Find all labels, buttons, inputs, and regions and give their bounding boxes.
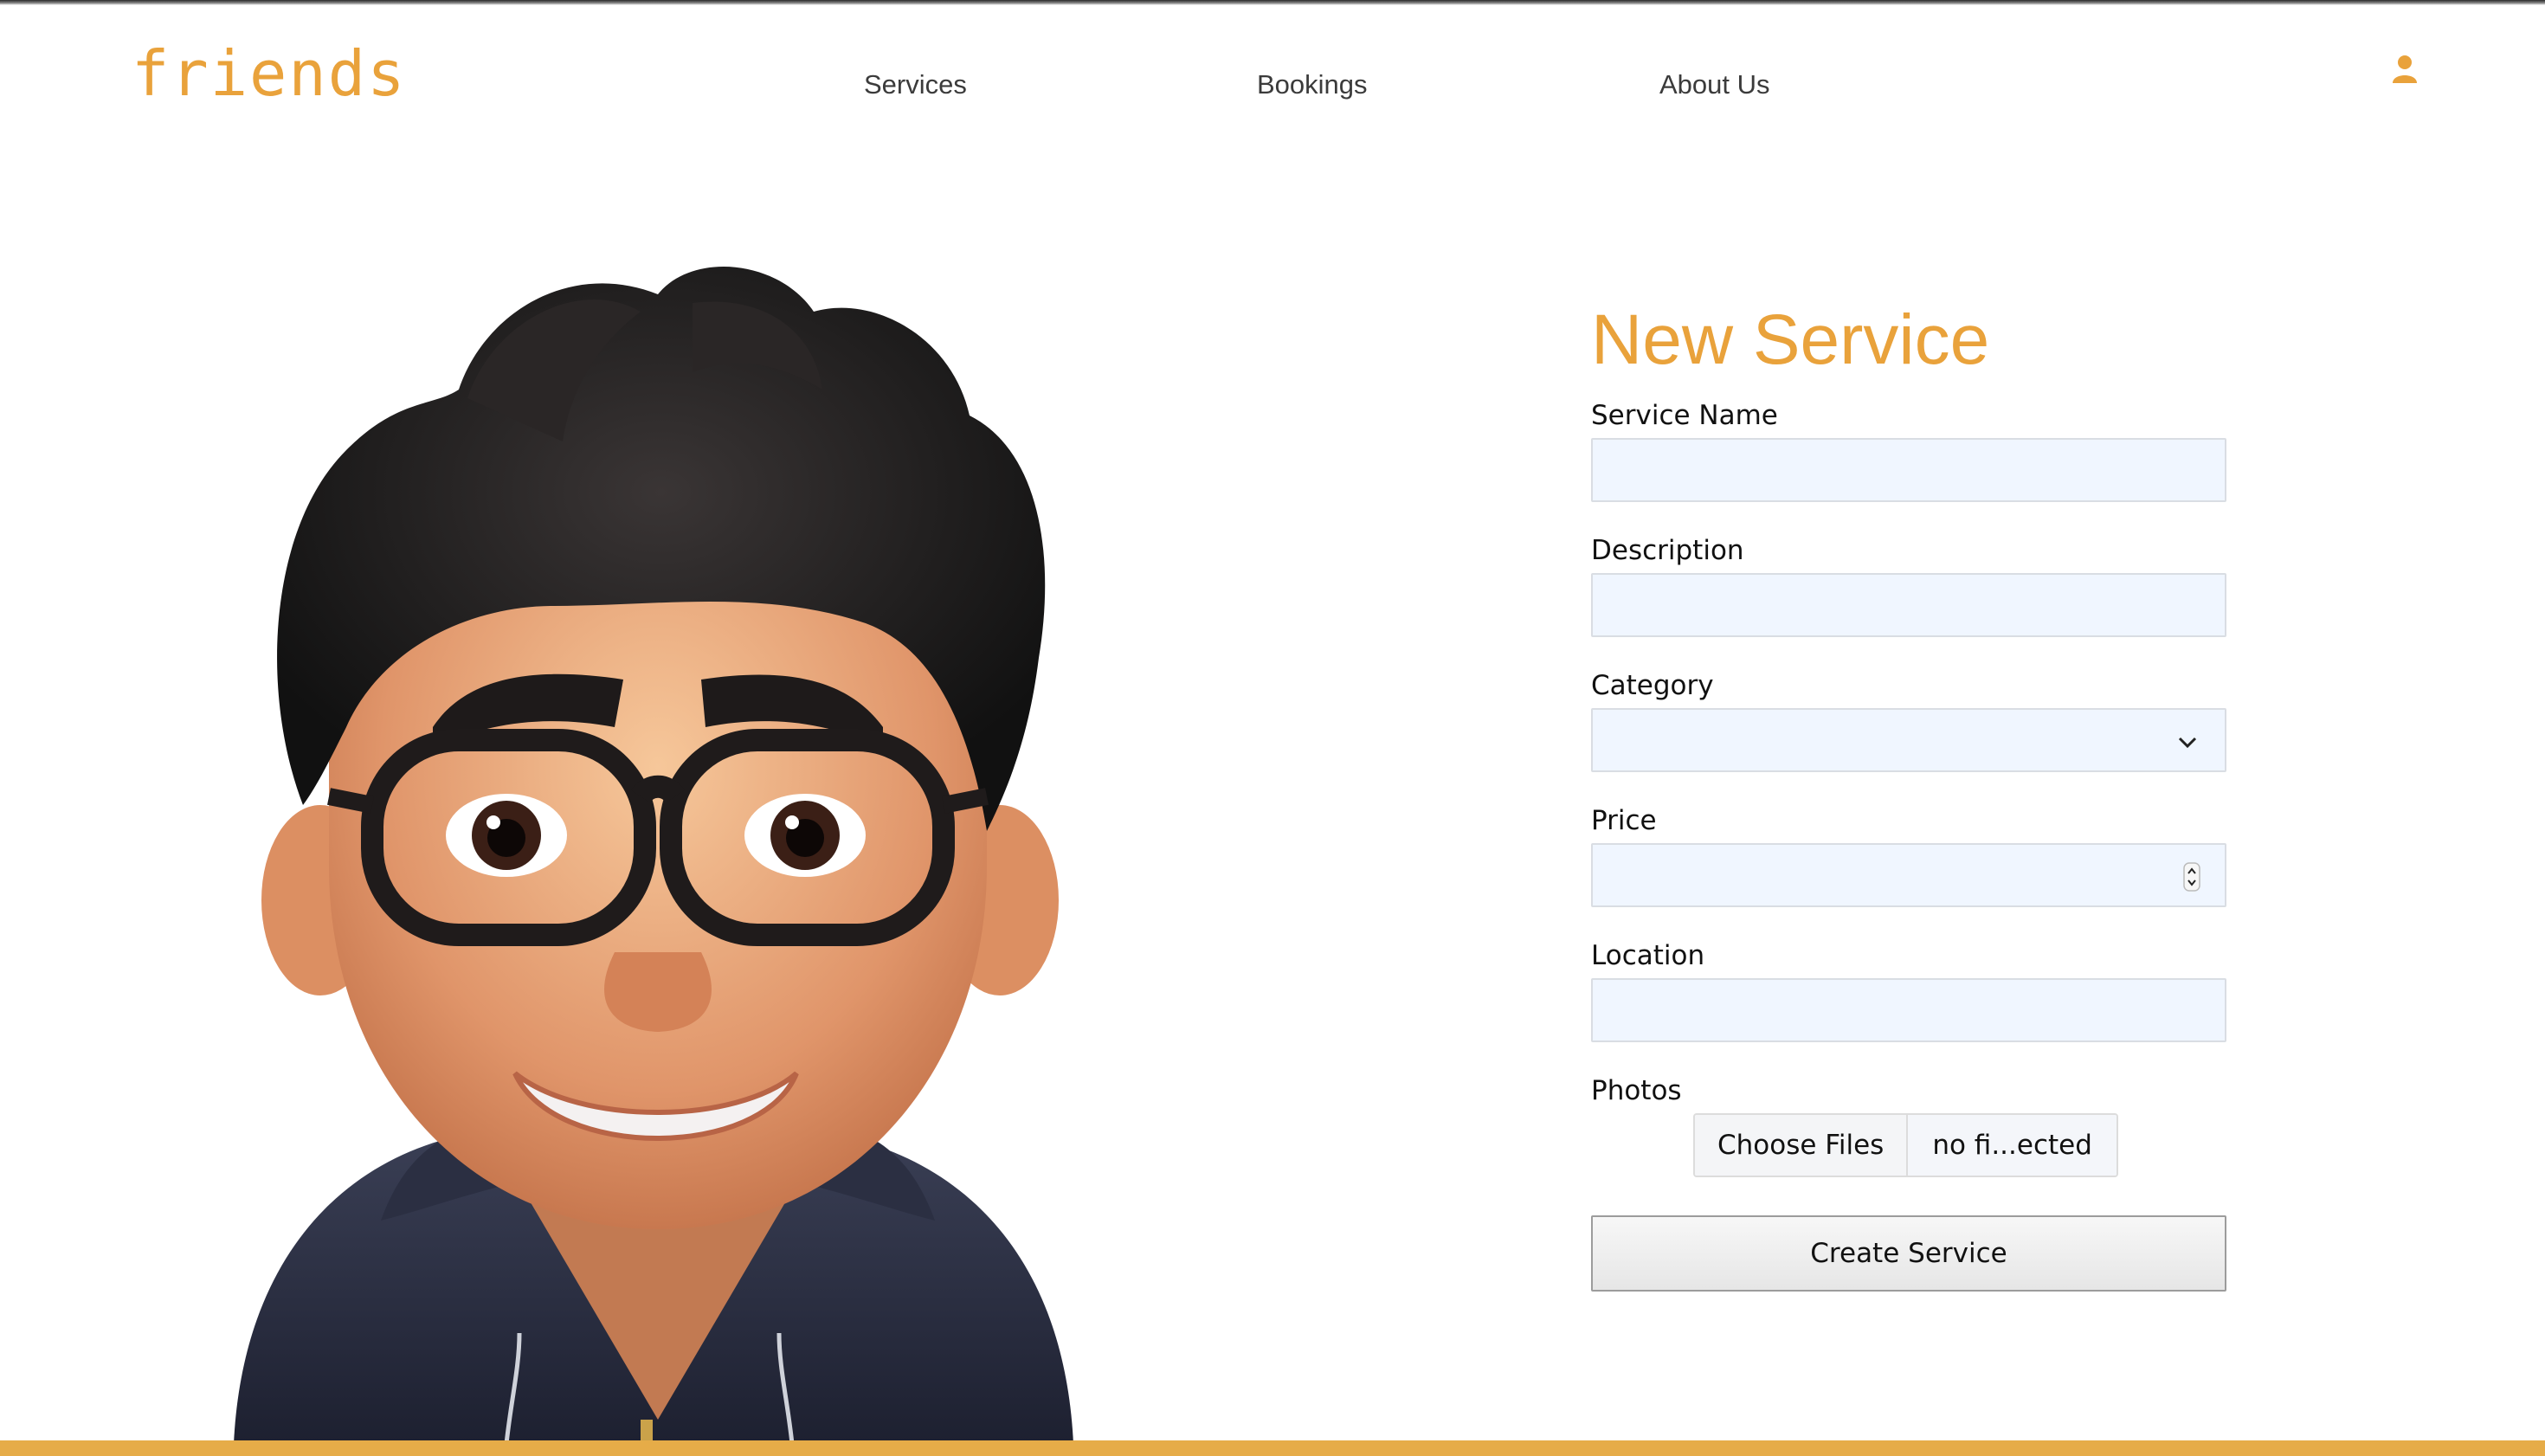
nav-services[interactable]: Services <box>864 62 967 107</box>
service-name-label: Service Name <box>1591 400 1778 431</box>
nav-about-us[interactable]: About Us <box>1659 62 1770 107</box>
photos-file-input[interactable]: Choose Files no fi...ected <box>1693 1113 2118 1177</box>
form-title: New Service <box>1591 300 1990 379</box>
location-label: Location <box>1591 940 1705 971</box>
location-input[interactable] <box>1591 978 2226 1042</box>
logo[interactable]: friends <box>132 35 406 113</box>
number-stepper-icon[interactable] <box>2183 862 2200 892</box>
description-label: Description <box>1591 535 1744 566</box>
create-service-button[interactable]: Create Service <box>1591 1215 2226 1292</box>
avatar-illustration <box>234 266 1073 1444</box>
photos-label: Photos <box>1591 1075 1682 1106</box>
user-icon[interactable] <box>2391 54 2419 83</box>
price-label: Price <box>1591 805 1657 836</box>
chevron-down-icon <box>2178 737 2197 749</box>
category-select[interactable] <box>1591 708 2226 772</box>
file-status-text: no fi...ected <box>1908 1115 2117 1176</box>
footer-accent-bar <box>0 1440 2545 1456</box>
description-input[interactable] <box>1591 573 2226 637</box>
price-input[interactable] <box>1591 843 2226 907</box>
choose-files-button[interactable]: Choose Files <box>1695 1115 1909 1176</box>
category-label: Category <box>1591 670 1714 701</box>
nav-bookings[interactable]: Bookings <box>1257 62 1368 107</box>
service-name-input[interactable] <box>1591 438 2226 502</box>
browser-top-edge <box>0 0 2545 5</box>
